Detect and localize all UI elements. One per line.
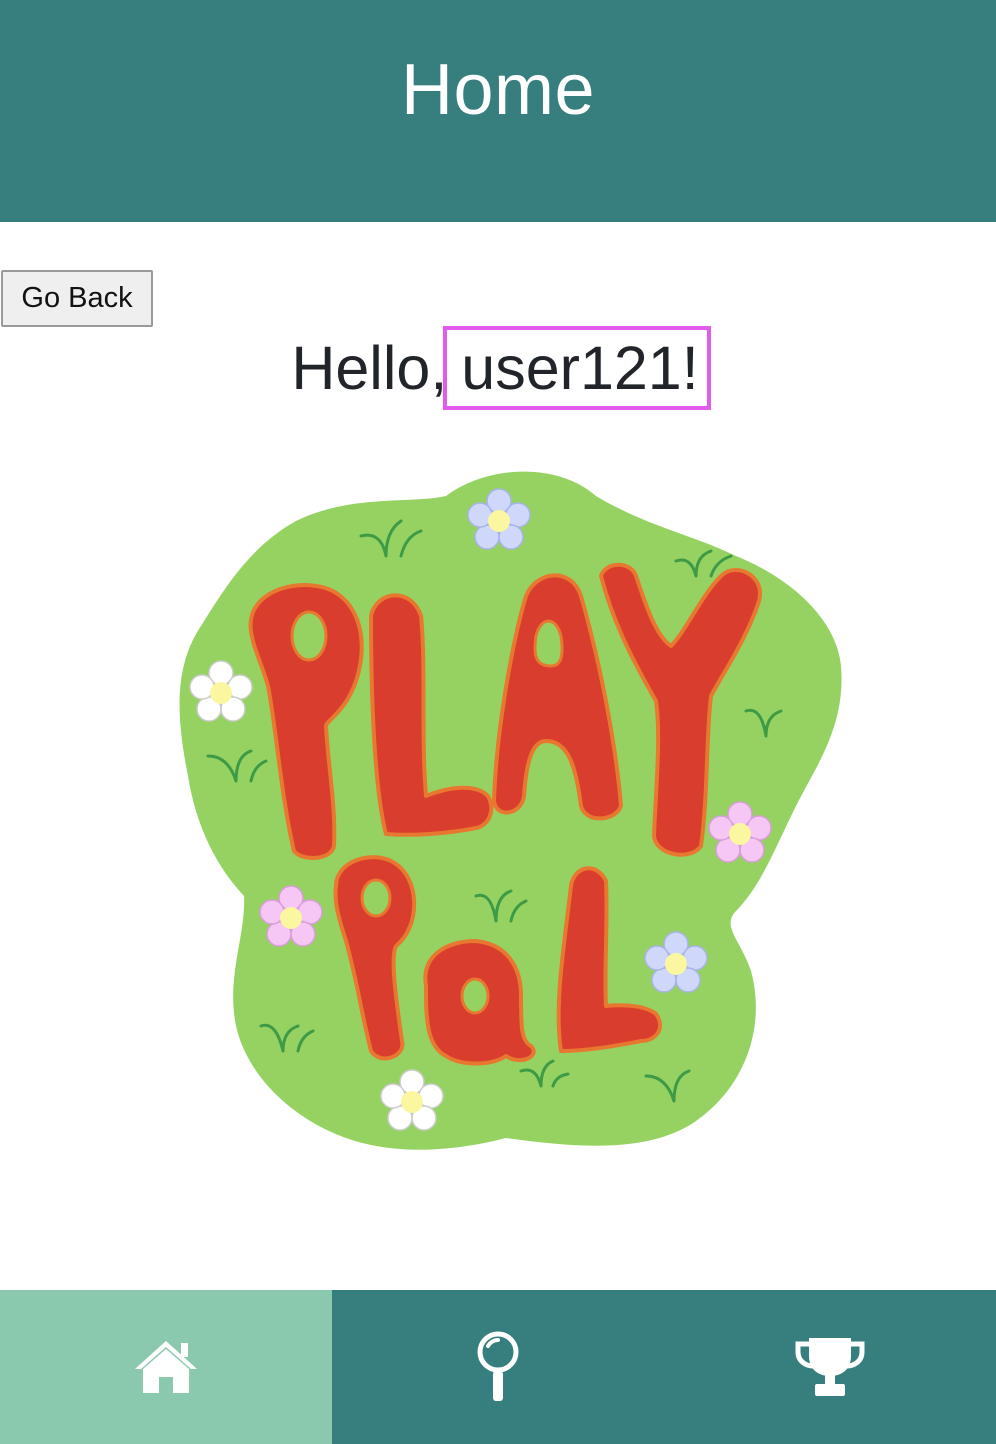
nav-home[interactable] — [0, 1290, 332, 1444]
username-highlight: user121! — [443, 326, 711, 410]
top-bar: Home — [0, 0, 996, 222]
bottom-nav — [0, 1290, 996, 1444]
nav-trophy[interactable] — [664, 1290, 996, 1444]
greeting: Hello, user121! — [0, 326, 996, 410]
app-root: Home Go Back Hello, user121! — [0, 0, 996, 1444]
playpal-logo — [176, 466, 846, 1156]
home-icon — [135, 1341, 197, 1393]
page-title: Home — [400, 50, 596, 130]
pin-icon — [477, 1331, 519, 1401]
go-back-button[interactable]: Go Back — [1, 270, 153, 327]
trophy-icon — [795, 1338, 865, 1396]
greeting-prefix: Hello, — [291, 334, 448, 402]
nav-pin[interactable] — [332, 1290, 664, 1444]
